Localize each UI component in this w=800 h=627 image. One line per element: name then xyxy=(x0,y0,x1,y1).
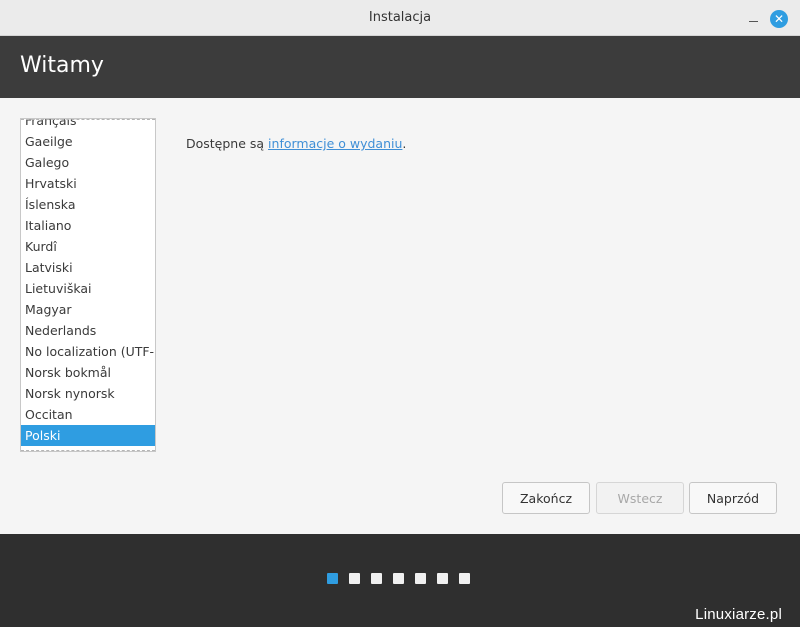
language-item[interactable]: Português xyxy=(21,446,155,451)
language-item[interactable]: Hrvatski xyxy=(21,173,155,194)
step-dot xyxy=(415,573,426,584)
language-item[interactable]: Nederlands xyxy=(21,320,155,341)
language-item[interactable]: Íslenska xyxy=(21,194,155,215)
forward-button[interactable]: Naprzód xyxy=(689,482,777,514)
step-dot xyxy=(437,573,448,584)
step-dot xyxy=(459,573,470,584)
language-item[interactable]: Occitan xyxy=(21,404,155,425)
list-scroll-top-indicator xyxy=(21,119,155,120)
close-button[interactable]: ✕ xyxy=(770,10,788,28)
language-item[interactable]: Norsk nynorsk xyxy=(21,383,155,404)
language-item[interactable]: Kurdî xyxy=(21,236,155,257)
language-item[interactable]: Galego xyxy=(21,152,155,173)
release-notes-prefix: Dostępne są xyxy=(186,136,269,151)
language-list-items: Français Gaeilge Galego Hrvatski Íslenska Ita… xyxy=(21,119,155,451)
window-title: Instalacja xyxy=(368,10,432,25)
release-notes-suffix: . xyxy=(402,136,407,151)
quit-button[interactable]: Zakończ xyxy=(502,482,590,514)
page-header: Witamy xyxy=(0,36,800,98)
language-item[interactable]: Gaeilge xyxy=(21,131,155,152)
step-dot xyxy=(349,573,360,584)
close-icon: ✕ xyxy=(773,12,785,26)
window-titlebar: Instalacja ✕ xyxy=(0,0,800,36)
language-item[interactable]: Lietuviškai xyxy=(21,278,155,299)
step-dot xyxy=(393,573,404,584)
language-list[interactable]: Français Gaeilge Galego Hrvatski Íslenska Ita… xyxy=(20,118,156,452)
minimize-button[interactable] xyxy=(744,10,762,26)
page-title: Witamy xyxy=(20,53,104,78)
language-item[interactable]: Latviski xyxy=(21,257,155,278)
list-scroll-bottom-indicator xyxy=(21,450,155,451)
language-item[interactable]: No localization (UTF-8) xyxy=(21,341,155,362)
release-notes-link[interactable]: informacje o wydaniu xyxy=(268,136,402,151)
watermark: Linuxiarze.pl xyxy=(695,606,782,623)
language-item[interactable]: Polski xyxy=(21,425,155,446)
language-item[interactable]: Italiano xyxy=(21,215,155,236)
step-dot xyxy=(371,573,382,584)
step-dot xyxy=(327,573,338,584)
language-item[interactable]: Norsk bokmål xyxy=(21,362,155,383)
main-content: Français Gaeilge Galego Hrvatski Íslenska Ita… xyxy=(0,98,800,534)
language-item[interactable]: Magyar xyxy=(21,299,155,320)
back-button: Wstecz xyxy=(596,482,684,514)
footer: Linuxiarze.pl xyxy=(0,534,800,627)
release-notes-text: Dostępne są informacje o wydaniu. xyxy=(186,136,406,151)
